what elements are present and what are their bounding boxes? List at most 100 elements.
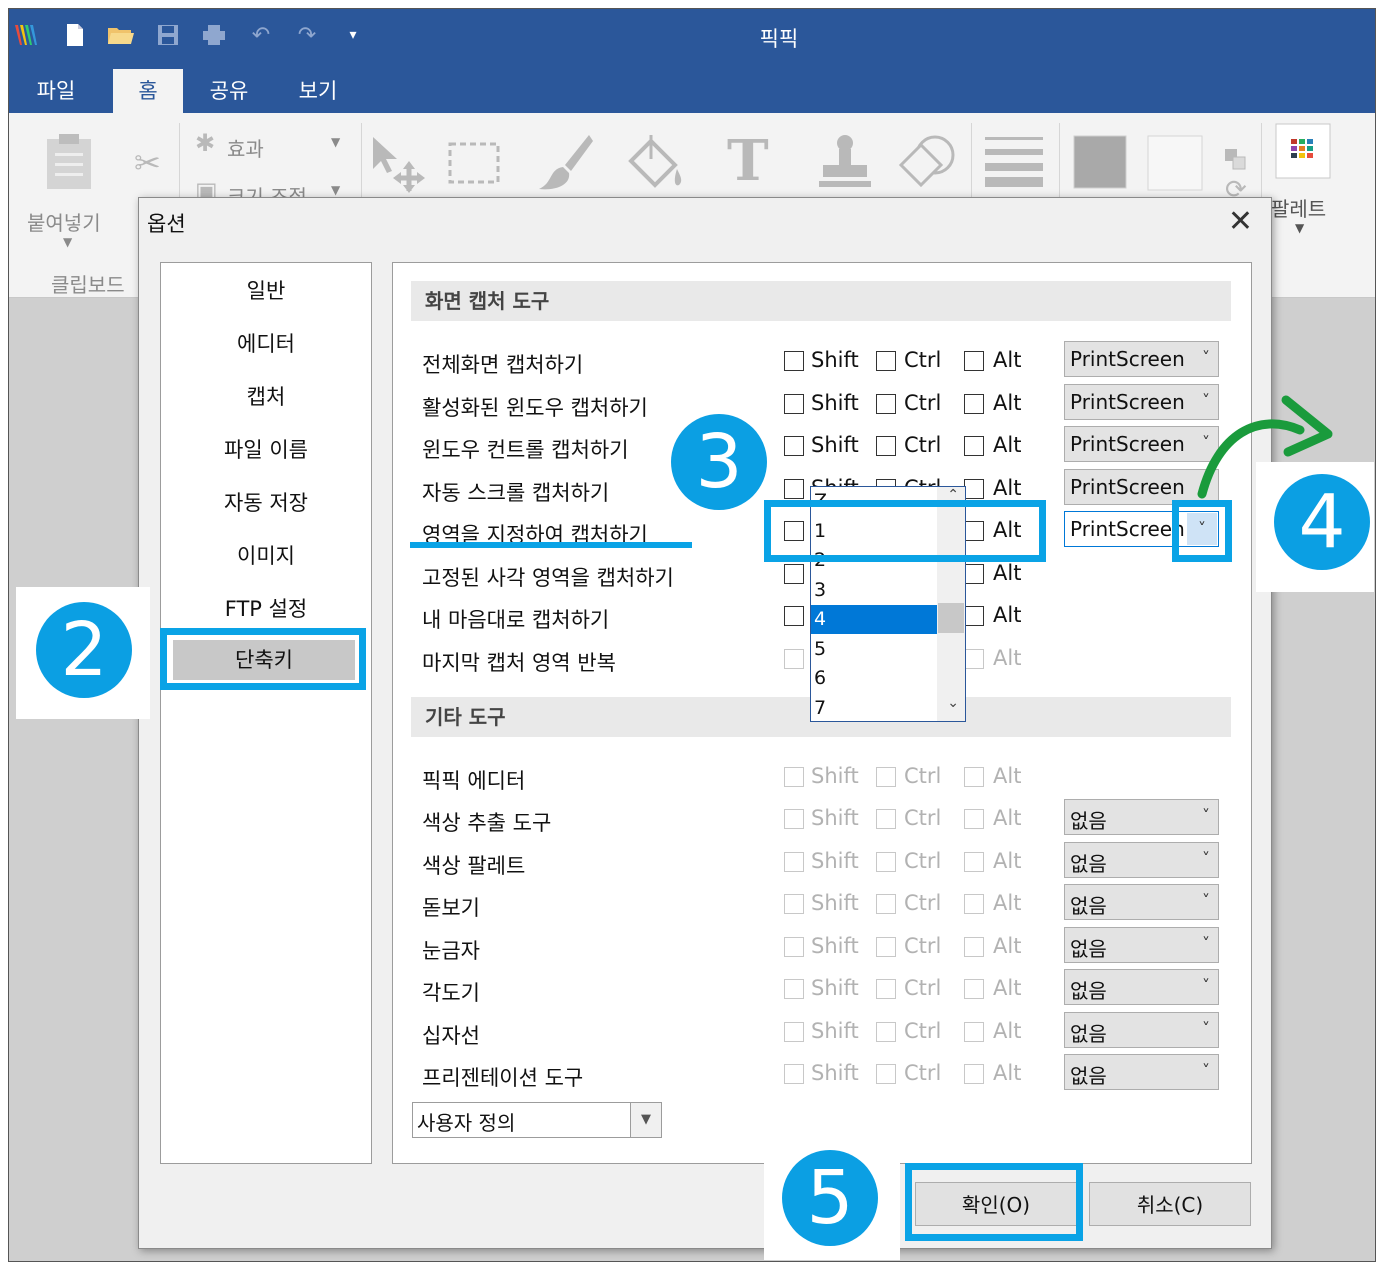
chevron-down-icon[interactable]: ˅: [1202, 1061, 1210, 1080]
scrollbar-thumb[interactable]: [938, 603, 964, 633]
key-select[interactable]: 없음 ˅: [1064, 969, 1219, 1005]
shortcut-row-label: 색상 팔레트: [422, 854, 526, 878]
checkbox-shift: [784, 649, 804, 669]
nav-item-auto-save[interactable]: 자동 저장: [161, 487, 371, 517]
foreground-color-swatch[interactable]: [1073, 135, 1127, 197]
scroll-down-icon[interactable]: ⌄: [947, 695, 959, 711]
tab-home[interactable]: 홈: [113, 69, 183, 113]
checkbox-shift[interactable]: [784, 479, 804, 499]
line-width-icon[interactable]: [985, 135, 1043, 195]
dropdown-option[interactable]: 3: [811, 576, 938, 605]
checkbox-ctrl: [876, 852, 896, 872]
nav-item-capture[interactable]: 캡처: [161, 381, 371, 411]
text-tool-icon[interactable]: T: [727, 133, 769, 189]
rectangle-select-icon[interactable]: [447, 141, 501, 193]
resize-dropdown-icon[interactable]: ▼: [331, 183, 340, 197]
checkbox-alt: [964, 649, 984, 669]
checkbox-shift-label: Shift: [811, 806, 859, 830]
checkbox-alt[interactable]: [964, 606, 984, 626]
checkbox-ctrl: [876, 767, 896, 787]
highlight-dropdown-button: [1172, 500, 1232, 562]
checkbox-shift[interactable]: [784, 436, 804, 456]
palette-button[interactable]: 팔레트: [1271, 193, 1326, 222]
tab-view[interactable]: 보기: [281, 69, 355, 113]
nav-item-editor[interactable]: 에디터: [161, 328, 371, 358]
shortcut-row-label: 눈금자: [422, 939, 480, 963]
checkbox-ctrl[interactable]: [876, 351, 896, 371]
background-color-swatch[interactable]: [1147, 135, 1203, 199]
effects-icon[interactable]: ✱: [195, 131, 215, 155]
paste-icon[interactable]: [43, 133, 95, 199]
checkbox-shift: [784, 1064, 804, 1084]
checkbox-alt[interactable]: [964, 351, 984, 371]
cancel-button[interactable]: 취소(C): [1089, 1182, 1251, 1226]
checkbox-alt: [964, 1022, 984, 1042]
dropdown-option[interactable]: 5: [811, 635, 938, 664]
checkbox-shift[interactable]: [784, 351, 804, 371]
cut-icon[interactable]: ✂: [134, 147, 161, 179]
nav-item-file-name[interactable]: 파일 이름: [161, 434, 371, 464]
chevron-down-icon[interactable]: ˅: [1202, 1019, 1210, 1038]
dropdown-option[interactable]: 6: [811, 664, 938, 693]
checkbox-ctrl: [876, 1022, 896, 1042]
checkbox-shift-label: Shift: [811, 433, 859, 457]
checkbox-ctrl: [876, 809, 896, 829]
palette-icon[interactable]: [1275, 123, 1331, 187]
checkbox-alt[interactable]: [964, 564, 984, 584]
key-select[interactable]: 없음 ˅: [1064, 1054, 1219, 1090]
checkbox-alt[interactable]: [964, 436, 984, 456]
chevron-down-icon[interactable]: ˅: [1202, 806, 1210, 825]
move-select-icon[interactable]: [371, 135, 427, 201]
dropdown-option[interactable]: 7: [811, 694, 938, 722]
checkbox-shift-label: Shift: [811, 849, 859, 873]
brush-icon[interactable]: [537, 133, 593, 199]
effects-button[interactable]: 효과: [227, 133, 264, 162]
dropdown-option[interactable]: 4: [811, 605, 938, 634]
key-select[interactable]: 없음 ˅: [1064, 884, 1219, 920]
key-select-value: PrintScreen: [1070, 475, 1185, 499]
chevron-down-icon[interactable]: ▼: [630, 1103, 661, 1137]
checkbox-shift-label: Shift: [811, 976, 859, 1000]
key-select[interactable]: 없음 ˅: [1064, 927, 1219, 963]
chevron-down-icon[interactable]: ˅: [1202, 891, 1210, 910]
clipboard-group-label: 클립보드: [51, 273, 125, 297]
checkbox-shift[interactable]: [784, 564, 804, 584]
checkbox-alt: [964, 809, 984, 829]
chevron-down-icon[interactable]: ˅: [1202, 849, 1210, 868]
swap-colors-icon[interactable]: [1223, 131, 1249, 179]
effects-dropdown-icon[interactable]: ▼: [331, 135, 340, 149]
checkbox-alt[interactable]: [964, 479, 984, 499]
dialog-title: 옵션: [147, 212, 186, 236]
nav-item-general[interactable]: 일반: [161, 275, 371, 305]
paste-button[interactable]: 붙여넣기: [27, 207, 101, 236]
paste-dropdown-icon[interactable]: ▼: [63, 235, 72, 249]
key-select[interactable]: 없음 ˅: [1064, 842, 1219, 878]
shapes-icon[interactable]: [897, 133, 957, 199]
key-select[interactable]: 없음 ˅: [1064, 1012, 1219, 1048]
shortcut-row-label: 고정된 사각 영역을 캡처하기: [422, 566, 674, 590]
tab-share[interactable]: 공유: [193, 69, 265, 113]
nav-item-ftp[interactable]: FTP 설정: [161, 593, 371, 623]
shortcut-row-label: 윈도우 컨트롤 캡처하기: [422, 438, 629, 462]
checkbox-ctrl[interactable]: [876, 436, 896, 456]
chevron-down-icon[interactable]: ˅: [1202, 348, 1210, 367]
key-select-value: 없음: [1070, 852, 1107, 876]
checkbox-shift: [784, 937, 804, 957]
checkbox-shift[interactable]: [784, 394, 804, 414]
palette-dropdown-icon[interactable]: ▼: [1295, 221, 1304, 235]
chevron-down-icon[interactable]: ˅: [1202, 976, 1210, 995]
preset-select[interactable]: 사용자 정의 ▼: [412, 1102, 662, 1138]
key-select[interactable]: PrintScreen ˅: [1064, 341, 1219, 377]
key-select-value: 없음: [1070, 894, 1107, 918]
checkbox-ctrl[interactable]: [876, 394, 896, 414]
key-select[interactable]: 없음 ˅: [1064, 799, 1219, 835]
nav-item-image[interactable]: 이미지: [161, 540, 371, 570]
close-icon[interactable]: ✕: [1228, 204, 1253, 239]
stamp-icon[interactable]: [817, 133, 873, 199]
checkbox-shift[interactable]: [784, 606, 804, 626]
tab-file[interactable]: 파일: [19, 69, 93, 113]
fill-bucket-icon[interactable]: [627, 133, 685, 199]
checkbox-alt[interactable]: [964, 394, 984, 414]
chevron-down-icon[interactable]: ˅: [1202, 934, 1210, 953]
checkbox-alt-label: Alt: [993, 764, 1022, 788]
